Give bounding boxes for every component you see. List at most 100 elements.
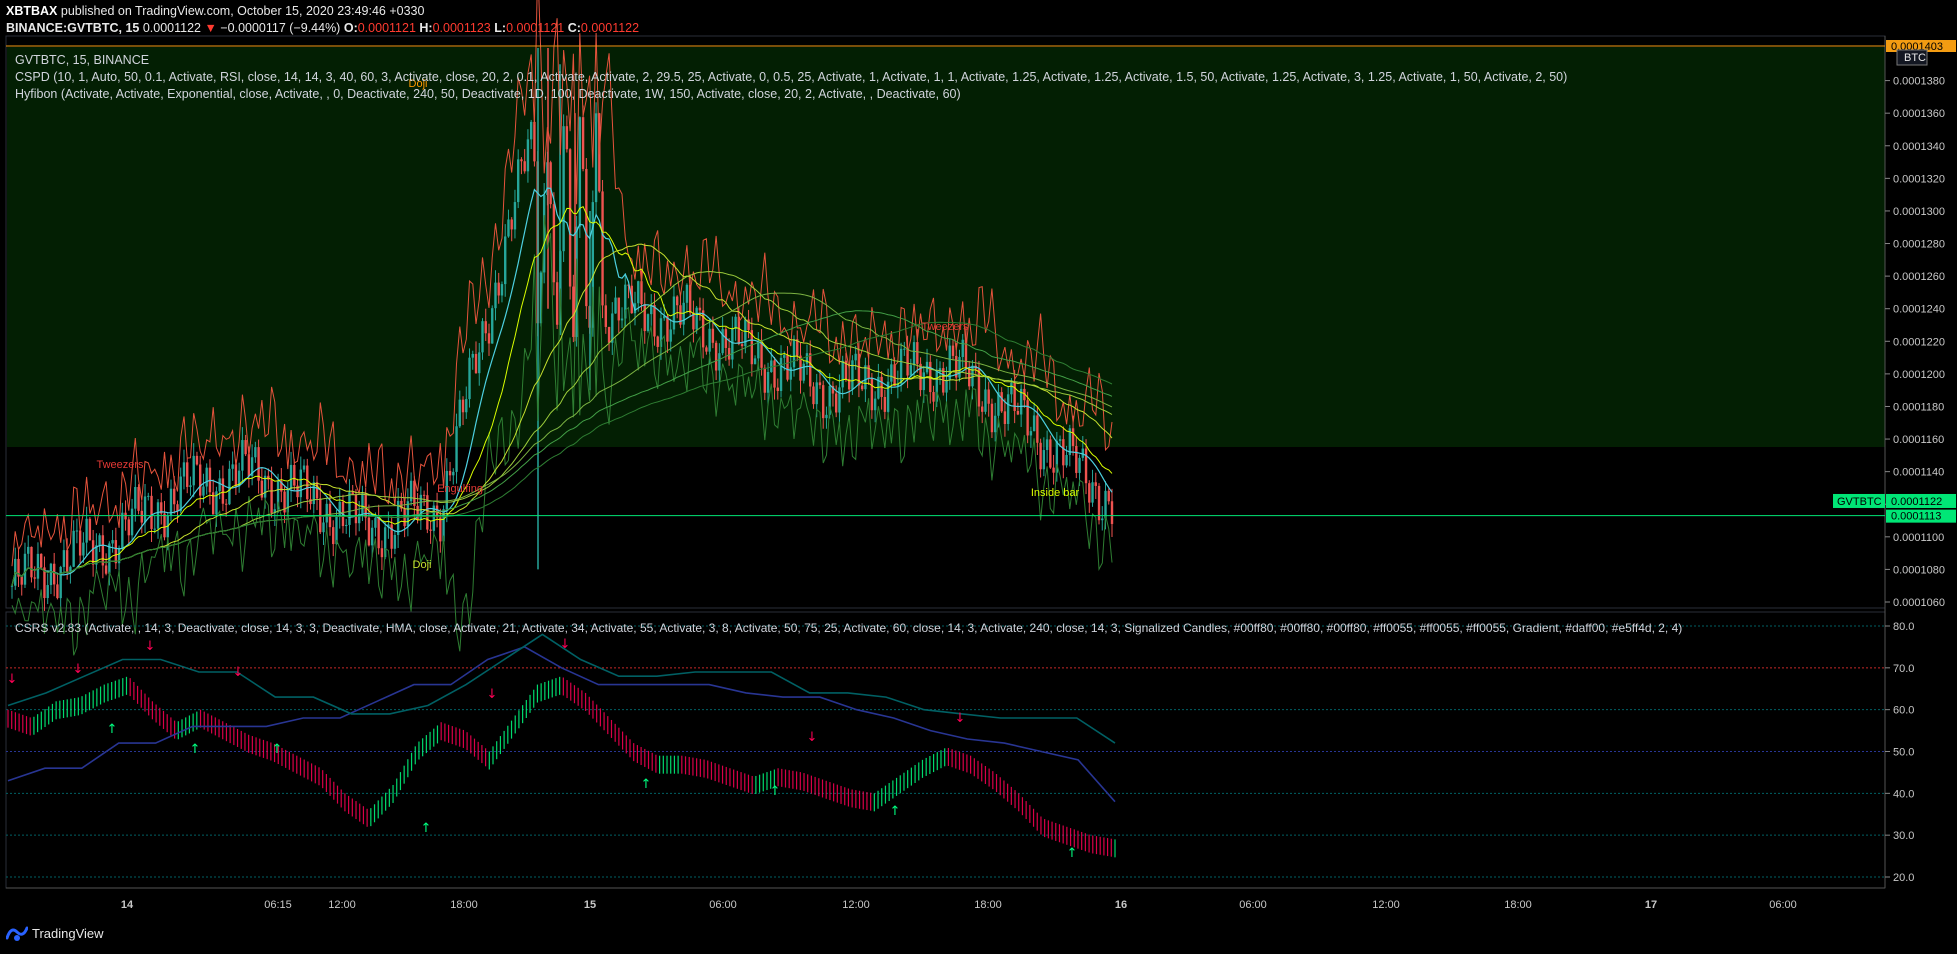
signal-arrow: ↑ xyxy=(770,784,781,799)
candle-body xyxy=(766,372,770,393)
candle-body xyxy=(471,353,474,358)
candle-body xyxy=(69,566,72,572)
signal-arrow: ↑ xyxy=(190,742,201,757)
price-tick-label: 0.0001100 xyxy=(1893,532,1944,544)
candle-body xyxy=(977,368,981,407)
time-tick-label: 12:00 xyxy=(1372,899,1400,911)
candle-body xyxy=(325,503,328,523)
candle-body xyxy=(88,518,92,541)
candle-body xyxy=(620,318,624,321)
candle-body xyxy=(497,282,500,296)
bearish-zone xyxy=(7,447,1885,607)
candle-body xyxy=(507,219,510,237)
pattern-label: Engulfing xyxy=(437,483,483,495)
chart-canvas[interactable]: TweezersEngulfingDojiDojiTweezersInside … xyxy=(0,0,1957,954)
rsi-tick-label: 40.0 xyxy=(1893,788,1914,800)
candle-body xyxy=(1049,439,1052,468)
candle-body xyxy=(1026,400,1029,436)
time-tick-label: 18:00 xyxy=(1504,899,1532,911)
candle-body xyxy=(727,347,731,360)
main-series-legend[interactable]: GVTBTC, 15, BINANCE xyxy=(15,53,149,67)
candle-body xyxy=(10,585,14,587)
candle-body xyxy=(653,305,656,337)
candle-body xyxy=(234,464,238,487)
candle-body xyxy=(987,389,990,404)
candle-body xyxy=(786,355,789,380)
price-tick-label: 0.0001360 xyxy=(1893,108,1945,120)
candle-body xyxy=(338,501,341,517)
candle-body xyxy=(523,161,526,172)
candle-body xyxy=(718,353,721,371)
hyfibon-legend[interactable]: Hyfibon (Activate, Activate, Exponential… xyxy=(15,87,961,101)
candle-body xyxy=(617,297,620,321)
candle-body xyxy=(130,508,134,536)
candle-body xyxy=(594,113,598,203)
candle-body xyxy=(221,478,225,504)
candle-body xyxy=(870,378,874,411)
candle-body xyxy=(643,304,646,332)
candle-body xyxy=(195,455,199,465)
signal-arrow: ↑ xyxy=(641,777,652,792)
candle-body xyxy=(147,495,150,497)
price-tick-label: 0.0001380 xyxy=(1893,76,1945,88)
candle-body xyxy=(293,464,296,486)
candle-body xyxy=(1101,518,1104,521)
candle-body xyxy=(1003,411,1007,424)
candle-body xyxy=(429,529,432,531)
candle-body xyxy=(1094,482,1097,486)
candle-body xyxy=(822,385,825,419)
candle-body xyxy=(783,355,786,358)
candle-body xyxy=(993,415,997,433)
candle-body xyxy=(990,403,994,433)
candle-body xyxy=(776,387,779,391)
time-tick-label: 06:00 xyxy=(709,899,737,911)
candle-body xyxy=(601,191,604,306)
candle-body xyxy=(140,510,143,523)
candle-body xyxy=(335,516,338,545)
rsi-tick-label: 50.0 xyxy=(1893,747,1914,759)
candle-body xyxy=(82,542,85,556)
cspd-legend[interactable]: CSPD (10, 1, Auto, 50, 0.1, Activate, RS… xyxy=(15,70,1567,84)
candle-body xyxy=(380,548,384,558)
candle-body xyxy=(62,550,66,567)
candle-body xyxy=(1075,445,1078,473)
candle-body xyxy=(468,357,471,400)
candle-body xyxy=(549,162,552,205)
candle-body xyxy=(478,352,481,374)
candle-body xyxy=(792,339,796,368)
candle-body xyxy=(1052,467,1055,473)
candle-body xyxy=(516,159,520,203)
candle-body xyxy=(127,519,131,536)
candle-body xyxy=(951,345,955,356)
candle-body xyxy=(458,399,461,427)
candle-body xyxy=(708,328,711,352)
candle-body xyxy=(760,341,763,368)
candle-body xyxy=(504,236,507,285)
candle-body xyxy=(789,367,792,380)
tradingview-brand[interactable]: TradingView xyxy=(32,926,104,941)
price-tick-label: 0.0001140 xyxy=(1893,467,1944,479)
candle-body xyxy=(1016,410,1020,415)
pattern-label: Tweezers xyxy=(921,321,969,333)
candle-body xyxy=(23,553,27,585)
candle-body xyxy=(312,482,315,505)
candle-body xyxy=(306,465,309,500)
candle-body xyxy=(1062,439,1065,466)
price-tick-label: 0.0001180 xyxy=(1893,401,1944,413)
candle-body xyxy=(481,321,484,353)
candle-body xyxy=(1104,490,1107,519)
candle-body xyxy=(1039,442,1042,470)
candle-body xyxy=(802,363,805,381)
candle-body xyxy=(1084,448,1088,484)
candle-body xyxy=(971,365,974,387)
candle-body xyxy=(247,454,251,476)
candle-body xyxy=(361,493,364,514)
signal-arrow: ↑ xyxy=(107,722,118,737)
candle-body xyxy=(656,336,659,347)
candle-body xyxy=(666,316,669,342)
candle-body xyxy=(20,576,23,585)
candle-body xyxy=(734,316,737,329)
candle-body xyxy=(75,530,79,532)
csrs-legend[interactable]: CSRS v2.83 (Activate, , 14, 3, Deactivat… xyxy=(15,621,1682,635)
candle-body xyxy=(192,455,195,486)
